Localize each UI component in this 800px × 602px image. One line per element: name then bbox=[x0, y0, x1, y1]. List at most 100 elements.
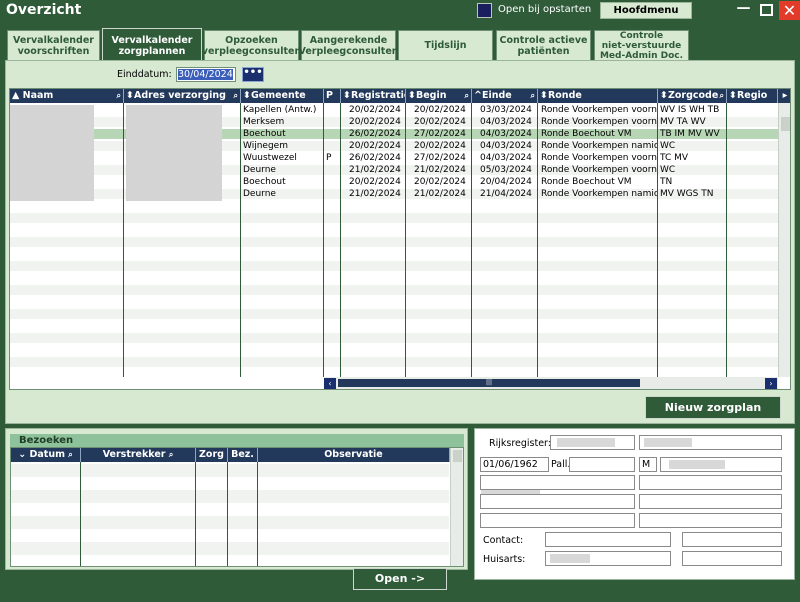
column-header-p[interactable]: P bbox=[324, 89, 341, 103]
table-row[interactable] bbox=[10, 213, 778, 223]
naam-field[interactable] bbox=[639, 435, 782, 450]
info-field[interactable] bbox=[480, 513, 635, 528]
table-row[interactable] bbox=[10, 321, 778, 331]
redacted-value bbox=[644, 438, 692, 447]
column-header-zorgcode[interactable]: ⬍Zorgcode ⌕ bbox=[658, 89, 727, 103]
huisarts-field[interactable] bbox=[545, 551, 671, 566]
column-header-begin[interactable]: ⬍Begin ⌕ bbox=[406, 89, 472, 103]
list-item[interactable] bbox=[11, 490, 449, 503]
gemeente-extra-field[interactable] bbox=[639, 494, 782, 509]
redacted-value bbox=[557, 438, 615, 447]
search-icon[interactable]: ⌕ bbox=[117, 89, 121, 103]
minimize-icon[interactable]: — bbox=[734, 1, 753, 20]
table-row[interactable] bbox=[10, 345, 778, 355]
list-item[interactable] bbox=[11, 516, 449, 529]
scroll-right-icon[interactable]: › bbox=[765, 378, 777, 389]
table-row[interactable] bbox=[10, 357, 778, 367]
column-header-observatie[interactable]: Observatie bbox=[258, 448, 450, 462]
column-header-regio[interactable]: ⬍Regio bbox=[727, 89, 778, 103]
table-row[interactable] bbox=[10, 309, 778, 319]
list-item[interactable] bbox=[11, 542, 449, 555]
column-header-ronde[interactable]: ⬍Ronde bbox=[538, 89, 658, 103]
tab-aangerekende-verpleegconsulten[interactable]: Aangerekende Verpleegconsulten bbox=[298, 30, 399, 60]
column-divider bbox=[240, 103, 241, 377]
column-header-zorg[interactable]: Zorg bbox=[196, 448, 228, 462]
column-divider bbox=[227, 462, 228, 566]
hoofdmenu-button[interactable]: Hoofdmenu bbox=[600, 2, 692, 19]
table-row[interactable] bbox=[10, 333, 778, 343]
rijksregister-field[interactable] bbox=[550, 435, 635, 450]
contact-extra-field[interactable] bbox=[682, 532, 782, 547]
scroll-thumb[interactable] bbox=[453, 450, 462, 462]
column-header-gemeente[interactable]: ⬍Gemeente bbox=[241, 89, 324, 103]
tab-line: zorgplannen bbox=[118, 45, 186, 57]
gemeente-field[interactable] bbox=[480, 494, 635, 509]
tab-vervalkalender-voorschriften[interactable]: Vervalkalender voorschriften bbox=[7, 30, 100, 60]
column-header-einde[interactable]: ^Einde ⌕ bbox=[472, 89, 538, 103]
column-header-naam[interactable]: ▲ Naam ⌕ bbox=[10, 89, 124, 103]
search-icon[interactable]: ⌕ bbox=[68, 450, 72, 459]
list-item[interactable] bbox=[11, 464, 449, 477]
pall-field[interactable] bbox=[569, 457, 635, 472]
huisarts-extra-field[interactable] bbox=[682, 551, 782, 566]
table-row[interactable] bbox=[10, 285, 778, 295]
table-row[interactable] bbox=[10, 249, 778, 259]
cell-p bbox=[324, 177, 340, 187]
column-header-verstrekker[interactable]: Verstrekker ⌕ bbox=[81, 448, 196, 462]
column-divider bbox=[340, 103, 341, 377]
bezoeken-vertical-scrollbar[interactable] bbox=[450, 448, 463, 566]
scroll-thumb[interactable] bbox=[781, 117, 790, 131]
scroll-left-icon[interactable]: ‹ bbox=[324, 378, 336, 389]
tab-opzoeken-verpleegconsulten[interactable]: Opzoeken verpleegconsulten bbox=[202, 30, 301, 60]
table-row[interactable] bbox=[10, 261, 778, 271]
maximize-icon[interactable] bbox=[757, 1, 776, 20]
tab-controle-actieve-patienten[interactable]: Controle actieve patiënten bbox=[496, 30, 591, 60]
table-row[interactable] bbox=[10, 201, 778, 211]
search-icon[interactable]: ⌕ bbox=[465, 89, 469, 103]
column-header-bez[interactable]: Bez. bbox=[228, 448, 258, 462]
einddatum-picker-button[interactable]: ••• bbox=[242, 67, 264, 82]
tab-line: Med-Admin Doc. bbox=[599, 50, 684, 61]
nieuw-zorgplan-button[interactable]: Nieuw zorgplan bbox=[645, 396, 781, 419]
adres-extra-field[interactable] bbox=[639, 475, 782, 490]
cell-p bbox=[324, 129, 340, 139]
horizontal-scroll-thumb[interactable]: ||| bbox=[338, 379, 640, 387]
adres-field[interactable] bbox=[480, 475, 635, 490]
info-extra-field[interactable] bbox=[639, 513, 782, 528]
cell-einde: 04/03/2024 bbox=[480, 153, 532, 163]
contact-field[interactable] bbox=[545, 532, 671, 547]
open-button[interactable]: Open -> bbox=[353, 568, 447, 590]
einddatum-input[interactable]: 30/04/2024 bbox=[176, 67, 236, 82]
table-row[interactable] bbox=[10, 273, 778, 283]
search-icon[interactable]: ⌕ bbox=[531, 89, 535, 103]
cell-ronde: Ronde Voorkempen namic bbox=[541, 141, 657, 151]
table-row[interactable] bbox=[10, 297, 778, 307]
geboortedatum-field[interactable]: 01/06/1962 bbox=[480, 457, 549, 472]
search-icon[interactable]: ⌕ bbox=[720, 89, 724, 103]
grid-vertical-scrollbar[interactable] bbox=[778, 103, 790, 377]
open-bij-opstarten-checkbox[interactable] bbox=[477, 3, 492, 18]
cell-einde: 04/03/2024 bbox=[480, 141, 532, 151]
cell-gemeente: Wuustwezel bbox=[243, 153, 297, 163]
column-header-label: Bez. bbox=[231, 449, 254, 460]
tab-controle-niet-verstuurde[interactable]: Controle niet-verstuurde Med-Admin Doc. bbox=[594, 30, 689, 61]
cell-ronde: Ronde Voorkempen voorn bbox=[541, 153, 657, 163]
column-header-datum[interactable]: ⌄ Datum ⌕ bbox=[11, 448, 81, 462]
tab-line: Controle bbox=[619, 30, 664, 41]
geslacht-field[interactable]: M bbox=[639, 457, 657, 472]
cell-zorgcode: TB IM MV WV bbox=[660, 129, 720, 139]
search-icon[interactable]: ⌕ bbox=[234, 89, 238, 103]
column-header-adres[interactable]: ⬍Adres verzorging ⌕ bbox=[124, 89, 241, 103]
search-icon[interactable]: ⌕ bbox=[169, 450, 173, 459]
grid-scroll-up-icon[interactable]: ▸ bbox=[778, 89, 790, 103]
cell-registratie: 26/02/2024 bbox=[349, 129, 401, 139]
close-icon[interactable]: ✕ bbox=[779, 1, 800, 20]
redacted-value bbox=[550, 554, 590, 563]
tab-tijdslijn[interactable]: Tijdslijn bbox=[398, 30, 493, 60]
telefoon-field[interactable] bbox=[660, 457, 782, 472]
cell-p bbox=[324, 189, 340, 199]
column-header-registratie[interactable]: ⬍Registratie bbox=[341, 89, 406, 103]
table-row[interactable] bbox=[10, 225, 778, 235]
table-row[interactable] bbox=[10, 237, 778, 247]
tab-vervalkalender-zorgplannen[interactable]: Vervalkalender zorgplannen bbox=[102, 28, 202, 62]
